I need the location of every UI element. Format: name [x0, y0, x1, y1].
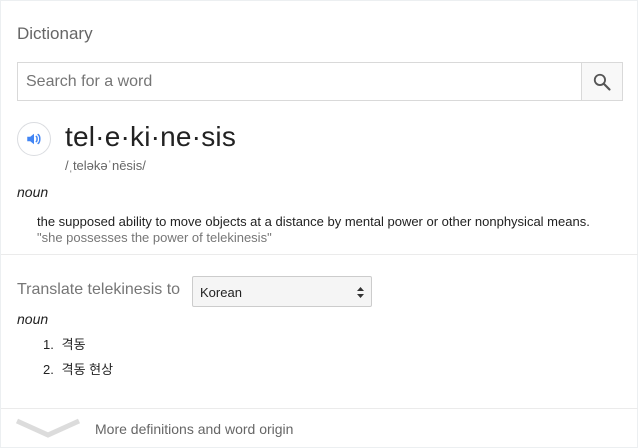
divider — [1, 254, 638, 255]
dictionary-card: Dictionary tel·e·ki·ne·sis /ˌteləkəˈnēsi… — [0, 0, 638, 448]
more-definitions-link[interactable]: More definitions and word origin — [95, 421, 293, 437]
search-icon — [593, 73, 611, 91]
chevron-down-icon[interactable] — [15, 417, 81, 439]
translation-text: 격동 — [61, 337, 86, 352]
speaker-icon — [27, 133, 41, 145]
translation-item: 2. 격동 현상 — [43, 362, 113, 387]
language-select[interactable]: Korean — [192, 276, 372, 307]
phonetic-spelling: /ˌteləkəˈnēsis/ — [65, 158, 146, 173]
part-of-speech: noun — [17, 184, 49, 200]
example-sentence: "she possesses the power of telekinesis" — [37, 230, 272, 245]
pronounce-button[interactable] — [17, 122, 51, 156]
translation-text: 격동 현상 — [61, 362, 114, 377]
divider — [1, 408, 638, 409]
search-button[interactable] — [581, 63, 622, 100]
translation-number: 2. — [43, 362, 54, 377]
headword: tel·e·ki·ne·sis — [65, 121, 237, 152]
updown-arrows-icon — [357, 287, 364, 298]
translation-part-of-speech: noun — [17, 311, 49, 327]
translation-number: 1. — [43, 337, 54, 352]
translation-list: 1. 격동 2. 격동 현상 — [43, 337, 113, 387]
translation-item: 1. 격동 — [43, 337, 113, 362]
search-box — [17, 62, 623, 101]
translate-label: Translate telekinesis to — [17, 281, 181, 298]
card-title: Dictionary — [17, 24, 93, 43]
search-input[interactable] — [18, 63, 582, 100]
language-select-value: Korean — [200, 285, 242, 300]
definition: the supposed ability to move objects at … — [37, 214, 590, 229]
